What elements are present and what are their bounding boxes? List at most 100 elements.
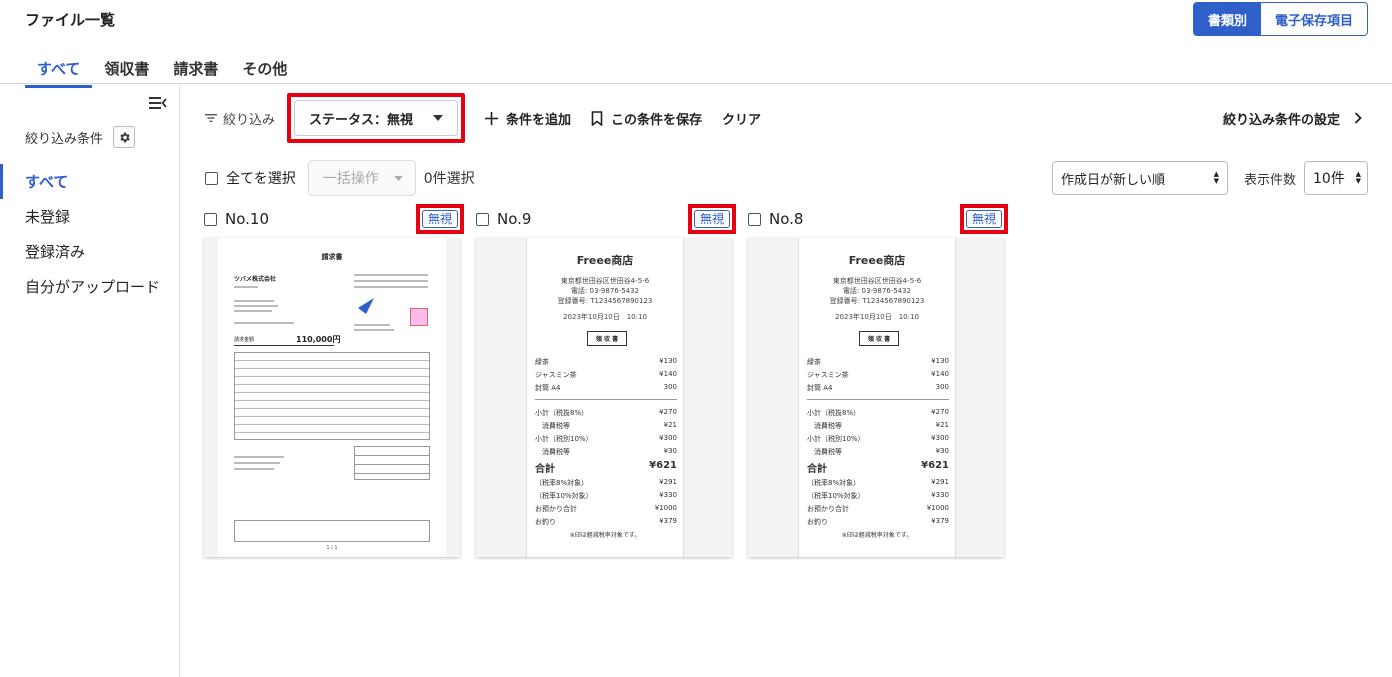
badge-highlight: 無視 (415, 204, 464, 234)
updown-arrows-icon: ▲ ▼ (1355, 170, 1361, 185)
select-all[interactable]: 全てを選択 (205, 168, 296, 188)
file-card-header: No.9 無視 (476, 204, 736, 234)
receipt-item-name: ジャスミン茶 (807, 371, 849, 379)
text-line (234, 462, 280, 464)
badge-highlight: 無視 (687, 204, 736, 234)
text-line (234, 300, 274, 302)
file-card[interactable]: No.9 無視 Freee商店 東京都世田谷区世田谷4-5-6 電話: 03-9… (476, 204, 736, 557)
receipt-item-price: ¥140 (931, 370, 949, 378)
file-card-header: No.8 無視 (748, 204, 1008, 234)
filter-settings-link[interactable]: 絞り込み条件の設定 (1223, 109, 1362, 128)
filter-settings-button[interactable] (113, 126, 136, 148)
receipt-item-row: ジャスミン茶 ¥140 (807, 370, 949, 380)
add-condition-button[interactable]: 条件を追加 (485, 109, 571, 128)
receipt-subtotal-label: 消費税等 (807, 422, 842, 430)
file-card[interactable]: No.8 無視 Freee商店 東京都世田谷区世田谷4-5-6 電話: 03-9… (748, 204, 1008, 557)
bookmark-icon (591, 110, 603, 126)
view-e-storage-button[interactable]: 電子保存項目 (1260, 3, 1367, 35)
receipt-note: ※印は軽減税率対象です。 (841, 532, 913, 539)
file-card-checkbox[interactable] (204, 212, 217, 226)
file-card[interactable]: No.10 無視 請求書 ツバメ株式会社 請求金額 110,000円 1 / 1 (204, 204, 464, 557)
receipt-item-row: 緑茶 ¥130 (807, 357, 949, 367)
receipt-item-price: ¥140 (659, 370, 677, 378)
receipt-datetime: 2023年10月10日 10:10 (563, 313, 647, 321)
invoice-page-number: 1 / 1 (326, 545, 338, 551)
receipt-item-row: 緑茶 ¥130 (535, 357, 677, 367)
sidebar-item-all[interactable]: すべて (0, 164, 179, 199)
receipt-separator (535, 399, 677, 400)
receipt-subtotal-value: ¥21 (935, 421, 949, 429)
file-card-select[interactable]: No.10 (204, 210, 269, 228)
collapse-sidebar-icon[interactable] (149, 96, 167, 110)
seal-stamp (410, 308, 428, 326)
sidebar-item-unregistered[interactable]: 未登録 (0, 199, 179, 234)
receipt-shop-name: Freee商店 (576, 254, 634, 267)
per-page-label: 表示件数 (1243, 172, 1296, 188)
sidebar-item-my-uploads[interactable]: 自分がアップロード (0, 269, 179, 304)
receipt-note: ※印は軽減税率対象です。 (569, 532, 641, 539)
file-thumbnail[interactable]: Freee商店 東京都世田谷区世田谷4-5-6 電話: 03-9876-5432… (748, 238, 1004, 557)
tabs-divider (0, 83, 1392, 84)
receipt-doc-label: 領 収 書 (587, 331, 627, 346)
receipt-total-label: 合計 (535, 464, 555, 475)
receipt-phone: 電話: 03-9876-5432 (842, 287, 912, 295)
receipt-datetime: 2023年10月10日 10:10 (835, 313, 919, 321)
receipt-subtotal-value: ¥300 (931, 434, 949, 442)
receipt-detail-row: （税率8%対象） ¥291 (535, 478, 677, 488)
file-thumbnail[interactable]: 請求書 ツバメ株式会社 請求金額 110,000円 1 / 1 (204, 238, 460, 557)
receipt-subtotal-row: 小計（税別10%） ¥300 (535, 434, 677, 444)
status-badge: 無視 (421, 210, 458, 228)
receipt-item-price: ¥130 (659, 357, 677, 365)
receipt-address: 東京都世田谷区世田谷4-5-6 (560, 277, 650, 285)
sidebar-filter-list: すべて 未登録 登録済み 自分がアップロード (0, 164, 179, 304)
receipt-item-name: 緑茶 (535, 358, 549, 366)
receipt-item-row: 封筒 A4 300 (807, 383, 949, 393)
text-line (354, 329, 394, 331)
bulk-action-select[interactable]: 一括操作 (307, 160, 416, 196)
per-page-select[interactable]: 10件 ▲ ▼ (1304, 161, 1368, 195)
status-badge: 無視 (693, 210, 730, 228)
text-line (234, 310, 272, 312)
text-line (234, 286, 258, 288)
sort-select[interactable]: 作成日が新しい順 ▲ ▼ (1051, 161, 1228, 195)
status-select-value: ステータス：無視 (309, 112, 414, 128)
select-all-checkbox[interactable] (205, 171, 218, 185)
receipt-subtotal-value: ¥30 (663, 447, 677, 455)
file-card-select[interactable]: No.8 (748, 210, 803, 228)
gear-icon (119, 132, 130, 142)
sidebar-item-registered[interactable]: 登録済み (0, 234, 179, 269)
receipt-subtotal-label: 消費税等 (535, 448, 570, 456)
file-card-header: No.10 無視 (204, 204, 464, 234)
file-card-checkbox[interactable] (748, 212, 761, 226)
receipt-subtotal-label: 消費税等 (535, 422, 570, 430)
receipt-detail-label: （税率8%対象） (807, 479, 861, 487)
text-line (234, 322, 294, 324)
filter-conditions-heading: 絞り込み条件 (25, 126, 136, 148)
receipt-item-name: ジャスミン茶 (535, 371, 577, 379)
receipt-detail-row: （税率8%対象） ¥291 (807, 478, 949, 488)
add-condition-label: 条件を追加 (506, 112, 572, 128)
caret-down-icon (433, 115, 444, 121)
receipt-preview: Freee商店 東京都世田谷区世田谷4-5-6 電話: 03-9876-5432… (798, 238, 956, 557)
file-card-number: No.10 (225, 210, 269, 228)
per-page-value: 10件 (1313, 171, 1345, 187)
sidebar: 絞り込み条件 すべて 未登録 登録済み 自分がアップロード (0, 84, 180, 677)
receipt-address: 東京都世田谷区世田谷4-5-6 (832, 277, 922, 285)
file-thumbnail[interactable]: Freee商店 東京都世田谷区世田谷4-5-6 電話: 03-9876-5432… (476, 238, 732, 557)
save-condition-button[interactable]: この条件を保存 (591, 109, 702, 128)
receipt-subtotal-row: 消費税等 ¥30 (535, 447, 677, 457)
file-card-select[interactable]: No.9 (476, 210, 531, 228)
receipt-detail-label: （税率10%対象） (807, 492, 865, 500)
invoice-amount: 110,000円 (296, 335, 341, 344)
receipt-detail-row: （税率10%対象） ¥330 (807, 491, 949, 501)
invoice-amount-label: 請求金額 (234, 337, 255, 343)
invoice-note-box (234, 520, 430, 542)
file-card-checkbox[interactable] (476, 212, 489, 226)
receipt-subtotal-value: ¥270 (931, 408, 949, 416)
filter-icon (205, 114, 217, 122)
clear-button[interactable]: クリア (722, 109, 761, 128)
status-select[interactable]: ステータス：無視 (294, 100, 459, 136)
select-all-label: 全てを選択 (226, 171, 296, 187)
view-by-document-button[interactable]: 書類別 (1193, 3, 1261, 35)
receipt-doc-label: 領 収 書 (859, 331, 899, 346)
